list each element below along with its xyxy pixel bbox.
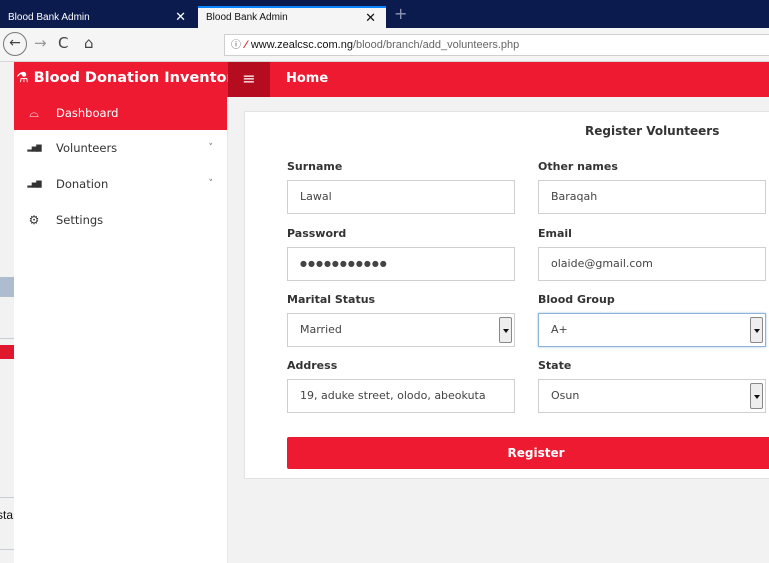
state-select[interactable]: Osun: [538, 379, 766, 413]
tab-title: Blood Bank Admin: [206, 12, 288, 23]
browser-nav-bar: ← → C ⌂ ⓘ ⁄ www.zealcsc.com.ng/blood/branc…: [0, 28, 769, 62]
form-title: Register Volunteers: [585, 124, 720, 138]
browser-tab-bar: Blood Bank Admin ✕ Blood Bank Admin ✕ +: [0, 0, 769, 28]
bar-chart-icon: ▂▅▇: [27, 180, 41, 188]
password-field[interactable]: ●●●●●●●●●●●: [287, 247, 515, 281]
state-label: State: [538, 359, 572, 372]
background-text: sta: [0, 508, 14, 522]
register-button[interactable]: Register: [287, 437, 769, 469]
hamburger-icon: ≡: [242, 69, 256, 88]
main-content: Register Volunteers Surname Other names …: [228, 97, 769, 563]
address-label: Address: [287, 359, 338, 372]
sidebar: ⌓ Dashboard ▂▅▇ Volunteers ˅ ▂▅▇ Donatio…: [14, 97, 228, 563]
home-icon[interactable]: ⌂: [84, 34, 94, 52]
blood-group-select[interactable]: A+: [538, 313, 766, 347]
dropdown-arrow-icon[interactable]: [750, 383, 763, 409]
browser-tab-active[interactable]: Blood Bank Admin ✕: [198, 6, 386, 28]
email-label: Email: [538, 227, 572, 240]
other-names-label: Other names: [538, 160, 618, 173]
sidebar-item-label: Settings: [56, 213, 104, 227]
page-title: Home: [286, 71, 329, 86]
chevron-down-icon: ˅: [208, 143, 214, 153]
browser-tab[interactable]: Blood Bank Admin ✕: [0, 6, 196, 28]
close-tab-icon[interactable]: ✕: [365, 10, 376, 26]
sidebar-item-volunteers[interactable]: ▂▅▇ Volunteers ˅: [14, 130, 227, 166]
other-names-field[interactable]: Baraqah: [538, 180, 766, 214]
gear-icon: ⚙: [28, 213, 40, 227]
dropdown-arrow-icon[interactable]: [499, 317, 512, 343]
marital-status-select[interactable]: Married: [287, 313, 515, 347]
forward-icon[interactable]: →: [34, 34, 47, 52]
sidebar-item-dashboard[interactable]: ⌓ Dashboard: [14, 97, 227, 130]
dropdown-arrow-icon[interactable]: [750, 317, 763, 343]
chevron-down-icon: ˅: [208, 179, 214, 189]
surname-label: Surname: [287, 160, 343, 173]
back-icon[interactable]: ←: [3, 32, 27, 56]
menu-toggle-button[interactable]: ≡: [228, 62, 270, 97]
sidebar-item-label: Volunteers: [56, 141, 118, 155]
app-brand[interactable]: ⚗ Blood Donation Inventory: [14, 62, 228, 97]
insecure-lock-icon: ⁄: [245, 39, 247, 51]
state-value: Osun: [551, 389, 580, 402]
address-field[interactable]: 19, aduke street, olodo, abeokuta: [287, 379, 515, 413]
marital-status-value: Married: [300, 323, 342, 336]
app-brand-title: Blood Donation Inventory: [33, 70, 228, 86]
sidebar-item-label: Donation: [56, 177, 109, 191]
reload-icon[interactable]: C: [58, 34, 68, 52]
blood-group-label: Blood Group: [538, 293, 615, 306]
background-window-strip: sta: [0, 62, 14, 563]
info-icon[interactable]: ⓘ: [231, 40, 241, 51]
bar-chart-icon: ▂▅▇: [27, 144, 41, 152]
close-tab-icon[interactable]: ✕: [175, 9, 186, 25]
marital-status-label: Marital Status: [287, 293, 376, 306]
flask-icon: ⚗: [16, 70, 29, 86]
address-bar[interactable]: ⓘ ⁄ www.zealcsc.com.ng/blood/branch/add_vo…: [224, 34, 769, 56]
blood-group-value: A+: [551, 323, 568, 336]
sidebar-item-label: Dashboard: [56, 106, 119, 120]
sidebar-item-settings[interactable]: ⚙ Settings: [14, 202, 227, 238]
gauge-icon: ⌓: [29, 106, 39, 120]
new-tab-icon[interactable]: +: [394, 4, 407, 23]
surname-field[interactable]: Lawal: [287, 180, 515, 214]
email-field[interactable]: olaide@gmail.com: [538, 247, 766, 281]
sidebar-item-donation[interactable]: ▂▅▇ Donation ˅: [14, 166, 227, 202]
register-volunteers-form: Register Volunteers Surname Other names …: [244, 111, 769, 479]
top-bar: Home: [270, 62, 769, 97]
url-path: /blood/branch/add_volunteers.php: [352, 39, 520, 51]
password-label: Password: [287, 227, 347, 240]
url-host: www.zealcsc.com.ng: [250, 39, 353, 51]
tab-title: Blood Bank Admin: [8, 12, 90, 23]
